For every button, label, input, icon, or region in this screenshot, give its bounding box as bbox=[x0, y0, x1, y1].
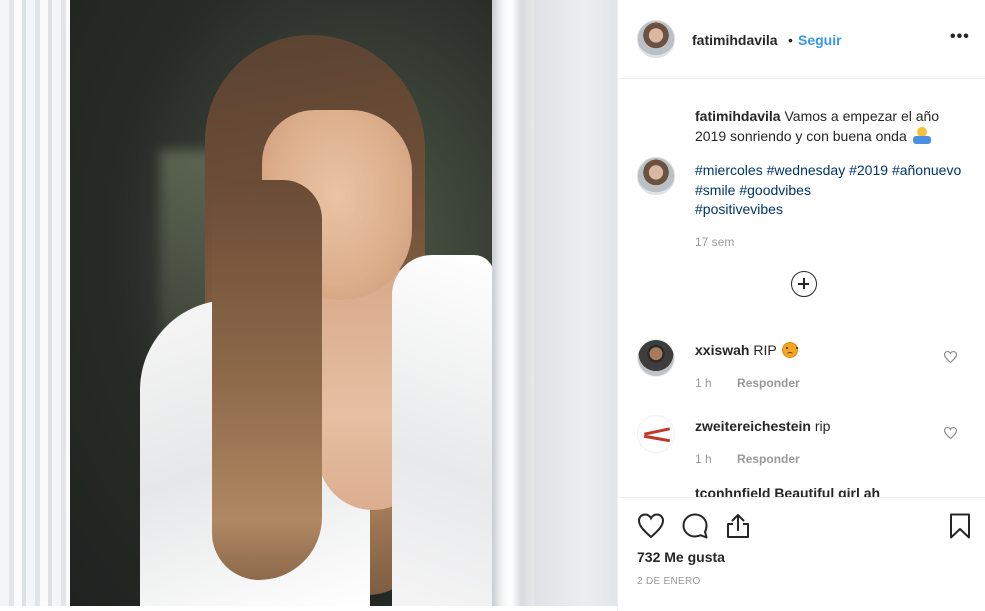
photo-window-frame bbox=[492, 0, 534, 606]
commenter-avatar[interactable] bbox=[637, 339, 675, 377]
hashtags-author-avatar[interactable] bbox=[637, 157, 675, 195]
comment-item: zweitereichestein rip 1 h Responder bbox=[618, 415, 985, 485]
raising-hands-person-emoji-icon bbox=[912, 127, 931, 144]
comment-meta: 1 h Responder bbox=[695, 376, 800, 390]
hashtag-link[interactable]: #smile bbox=[695, 182, 735, 198]
heart-icon[interactable] bbox=[637, 512, 665, 540]
comment-heart-icon[interactable] bbox=[944, 427, 957, 439]
comment-body: RIP bbox=[753, 342, 777, 358]
comment-icon[interactable] bbox=[681, 512, 709, 540]
bookmark-icon[interactable] bbox=[946, 512, 974, 540]
comments-section[interactable]: fatimihdavila Vamos a empezar el año 201… bbox=[618, 80, 985, 497]
hashtag-link[interactable]: #positivevibes bbox=[695, 201, 783, 217]
comment-text: zweitereichestein rip bbox=[695, 418, 830, 434]
partial-comment: tconhnfield Beautiful girl ah bbox=[695, 485, 881, 497]
post-photo[interactable] bbox=[0, 0, 617, 606]
post-actions: 732 Me gusta 2 DE ENERO bbox=[618, 497, 985, 611]
share-icon[interactable] bbox=[724, 512, 752, 540]
comment-age[interactable]: 1 h bbox=[695, 376, 712, 390]
hashtags-text: #miercoles #wednesday #2019 #añonuevo #s… bbox=[695, 161, 970, 220]
author-username[interactable]: fatimihdavila bbox=[692, 32, 778, 48]
reply-button[interactable]: Responder bbox=[737, 452, 800, 466]
photo-wall bbox=[534, 0, 617, 606]
photo-hair-front bbox=[212, 180, 322, 580]
hashtag-link[interactable]: #wednesday bbox=[767, 162, 846, 178]
load-more-comments-icon[interactable] bbox=[791, 271, 817, 297]
post-header: fatimihdavila • Seguir ••• bbox=[618, 0, 985, 79]
commenter-avatar[interactable] bbox=[637, 415, 675, 453]
hashtag-link[interactable]: #miercoles bbox=[695, 162, 763, 178]
comment-text: xxiswah RIP bbox=[695, 342, 799, 358]
comment-heart-icon[interactable] bbox=[944, 351, 957, 363]
post-panel: fatimihdavila • Seguir ••• fatimihdavila… bbox=[617, 0, 985, 611]
reply-button[interactable]: Responder bbox=[737, 376, 800, 390]
more-options-icon[interactable]: ••• bbox=[950, 28, 970, 46]
follow-button[interactable]: Seguir bbox=[798, 32, 842, 48]
commenter-username[interactable]: xxiswah bbox=[695, 342, 749, 358]
comment-meta: 1 h Responder bbox=[695, 452, 800, 466]
comment-age[interactable]: 1 h bbox=[695, 452, 712, 466]
hashtag-link[interactable]: #2019 bbox=[849, 162, 888, 178]
commenter-username[interactable]: zweitereichestein bbox=[695, 418, 811, 434]
caption: fatimihdavila Vamos a empezar el año 201… bbox=[695, 106, 970, 146]
author-avatar[interactable] bbox=[637, 20, 675, 58]
disappointed-face-emoji-icon bbox=[782, 342, 799, 358]
caption-age[interactable]: 17 sem bbox=[695, 235, 734, 249]
hashtag-link[interactable]: #añonuevo bbox=[892, 162, 961, 178]
post-date[interactable]: 2 DE ENERO bbox=[637, 576, 701, 587]
comment-item: xxiswah RIP 1 h Responder bbox=[618, 339, 985, 409]
hashtag-link[interactable]: #goodvibes bbox=[739, 182, 811, 198]
follow-separator: • bbox=[788, 32, 793, 48]
caption-username[interactable]: fatimihdavila bbox=[695, 108, 781, 124]
photo-shirt-collar bbox=[392, 255, 494, 606]
comment-body: rip bbox=[814, 418, 831, 434]
likes-count[interactable]: 732 Me gusta bbox=[637, 549, 725, 565]
